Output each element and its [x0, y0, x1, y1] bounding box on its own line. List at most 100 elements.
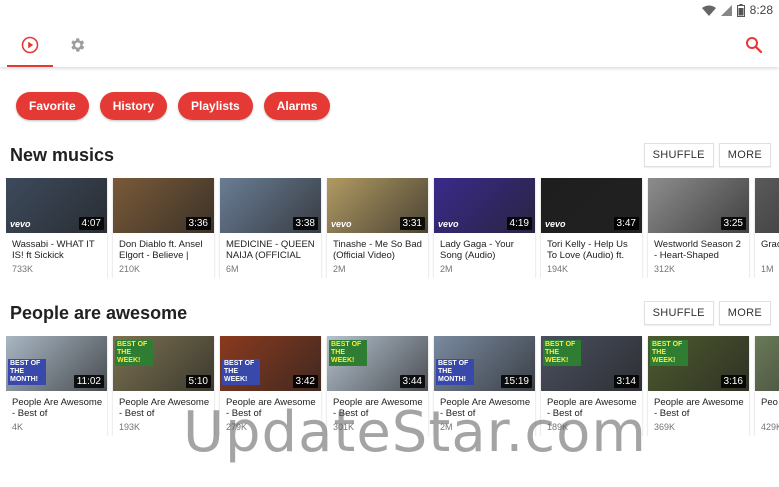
video-duration: 11:02: [73, 375, 104, 388]
best-of-badge: BEST OF THE WEEK!: [115, 340, 153, 366]
chip-history[interactable]: History: [99, 92, 168, 120]
video-thumbnail: 3:25: [648, 178, 749, 233]
tab-settings[interactable]: [54, 22, 100, 67]
video-card[interactable]: 3:25 Westworld Season 2 - Heart-Shaped 312…: [648, 178, 749, 278]
video-card[interactable]: vevo 3:31 Tinashe - Me So Bad (Official Vi…: [327, 178, 428, 278]
chip-favorite[interactable]: Favorite: [16, 92, 89, 120]
video-duration: 4:07: [78, 217, 104, 230]
gear-icon: [71, 37, 85, 52]
video-card[interactable]: BEST OF THE WEEK! 3:16 People are Awesome …: [648, 336, 749, 436]
video-views: 429K: [761, 422, 779, 432]
more-button[interactable]: MORE: [718, 143, 771, 167]
video-thumbnail: vevo 3:47: [541, 178, 642, 233]
video-card[interactable]: vevo 3:47 Tori Kelly - Help Us To Love (Au…: [541, 178, 642, 278]
shuffle-button[interactable]: SHUFFLE: [643, 301, 714, 325]
chip-playlists[interactable]: Playlists: [178, 92, 253, 120]
video-thumbnail: BEST OF THE WEEK! 3:44: [327, 336, 428, 391]
video-duration: 3:47: [613, 217, 639, 230]
section-actions: SHUFFLE MORE: [643, 301, 771, 325]
video-duration: 3:16: [720, 375, 746, 388]
video-card[interactable]: BEST OF THE WEEK! 3:44 People are Awesome …: [327, 336, 428, 436]
video-title: People are Awesome - Best of: [333, 397, 423, 419]
section-actions: SHUFFLE MORE: [643, 143, 771, 167]
video-duration: 3:44: [399, 375, 425, 388]
video-title: Wassabi - WHAT IT IS! ft Sickick: [12, 239, 95, 261]
video-duration: 4:19: [506, 217, 532, 230]
video-thumbnail: 3:36: [113, 178, 214, 233]
section-header: New musics SHUFFLE MORE: [0, 140, 779, 170]
video-card[interactable]: 3:36 Don Diablo ft. Ansel Elgort - Believ…: [113, 178, 214, 278]
best-of-badge: BEST OF THE MONTH!: [8, 359, 46, 385]
video-card[interactable]: vevo 4:07 Wassabi - WHAT IT IS! ft Sickick…: [6, 178, 107, 278]
video-card[interactable]: BEST OF THE WEEK! 5:10 People Are Awesome …: [113, 336, 214, 436]
tab-play[interactable]: [7, 22, 53, 67]
best-of-badge: BEST OF THE MONTH!: [436, 359, 474, 385]
status-icons: 8:28: [701, 3, 773, 17]
video-views: 312K: [654, 264, 676, 274]
search-button[interactable]: [739, 30, 769, 60]
video-card[interactable]: 3:38 MEDICINE - QUEEN NAIJA (OFFICIAL 6M: [220, 178, 321, 278]
video-thumbnail: BEST OF THE MONTH! 11:02: [6, 336, 107, 391]
video-title: People Are Awesome - Best of: [12, 397, 103, 419]
section-title: New musics: [10, 145, 115, 165]
video-views: 2M: [440, 422, 453, 432]
status-bar: 8:28: [0, 0, 779, 22]
status-time: 8:28: [749, 3, 773, 17]
search-icon: [746, 37, 763, 54]
video-duration: 15:19: [500, 375, 532, 388]
video-title: People are Awesome - Best of: [547, 397, 637, 419]
video-card[interactable]: BEST OF THE MONTH! 11:02 People Are Awesom…: [6, 336, 107, 436]
video-thumbnail: 3:38: [220, 178, 321, 233]
video-duration: 3:31: [399, 217, 425, 230]
video-views: 2M: [440, 264, 453, 274]
video-title: Peo Awe: [761, 397, 779, 408]
video-thumbnail: [755, 336, 779, 391]
video-views: 189K: [547, 422, 569, 432]
section-title: People are awesome: [10, 303, 188, 323]
video-thumbnail: BEST OF THE WEEK! 3:14: [541, 336, 642, 391]
video-card[interactable]: BEST OF THE WEEK! 3:42 People are Awesome …: [220, 336, 321, 436]
video-list: BEST OF THE MONTH! 11:02 People Are Awesom…: [6, 336, 779, 436]
thumbnail-image: [755, 336, 779, 391]
video-card[interactable]: vevo 4:19 Lady Gaga - Your Song (Audio) 2M: [434, 178, 535, 278]
video-card[interactable]: BEST OF THE WEEK! 3:14 People are Awesome …: [541, 336, 642, 436]
battery-icon: [736, 3, 745, 17]
section-header: People are awesome SHUFFLE MORE: [0, 298, 779, 328]
video-title: MEDICINE - QUEEN NAIJA (OFFICIAL: [226, 239, 315, 261]
best-of-badge: BEST OF THE WEEK!: [650, 340, 688, 366]
video-card[interactable]: Peo Awe 429K: [755, 336, 779, 436]
wifi-icon: [701, 5, 716, 16]
video-thumbnail: vevo 4:19: [434, 178, 535, 233]
video-title: Tori Kelly - Help Us To Love (Audio) ft.: [547, 239, 628, 261]
video-duration: 3:36: [185, 217, 211, 230]
video-card[interactable]: BEST OF THE MONTH! 15:19 People Are Awesom…: [434, 336, 535, 436]
video-list: vevo 4:07 Wassabi - WHAT IT IS! ft Sickick…: [6, 178, 779, 278]
video-views: 1M: [761, 264, 774, 274]
thumbnail-image: [755, 178, 779, 233]
vevo-logo: vevo: [545, 219, 566, 229]
video-views: 301K: [333, 422, 355, 432]
video-title: Lady Gaga - Your Song (Audio): [440, 239, 514, 261]
video-title: Don Diablo ft. Ansel Elgort - Believe |: [119, 239, 203, 261]
video-thumbnail: BEST OF THE WEEK! 5:10: [113, 336, 214, 391]
video-card[interactable]: Grac Clea 1M: [755, 178, 779, 278]
video-views: 6M: [226, 264, 239, 274]
shuffle-button[interactable]: SHUFFLE: [643, 143, 714, 167]
chip-alarms[interactable]: Alarms: [263, 92, 331, 120]
more-button[interactable]: MORE: [718, 301, 771, 325]
vevo-logo: vevo: [438, 219, 459, 229]
vevo-logo: vevo: [10, 219, 31, 229]
video-thumbnail: BEST OF THE WEEK! 3:42: [220, 336, 321, 391]
video-title: Grac Clea: [761, 239, 779, 250]
video-title: Westworld Season 2 - Heart-Shaped: [654, 239, 741, 261]
video-views: 194K: [547, 264, 569, 274]
vevo-logo: vevo: [331, 219, 352, 229]
video-views: 279K: [226, 422, 248, 432]
signal-icon: [720, 4, 732, 16]
video-views: 193K: [119, 422, 141, 432]
video-duration: 3:14: [613, 375, 639, 388]
video-title: People are Awesome - Best of: [226, 397, 316, 419]
video-views: 210K: [119, 264, 141, 274]
video-thumbnail: [755, 178, 779, 233]
video-title: People Are Awesome - Best of: [119, 397, 210, 419]
